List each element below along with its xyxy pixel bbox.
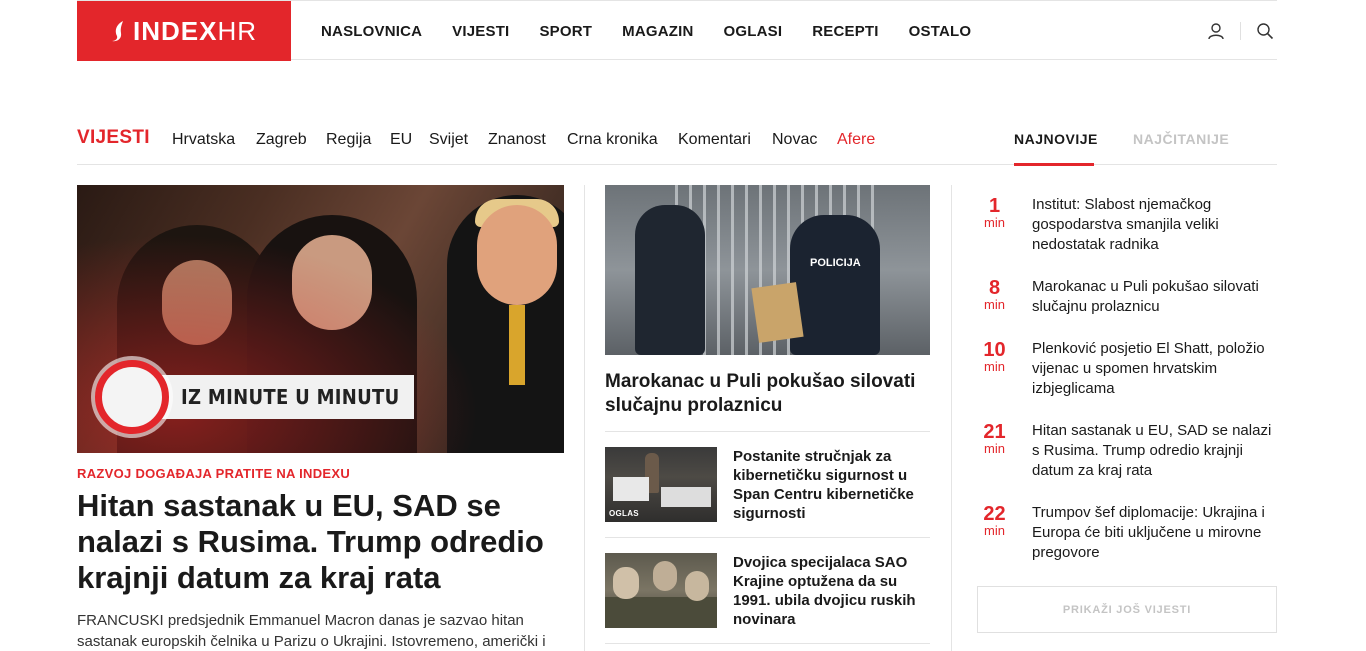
minutes-value: 22 <box>983 503 1006 525</box>
header-icons <box>1204 1 1277 61</box>
nav-sport[interactable]: SPORT <box>539 23 592 40</box>
latest-item[interactable]: 22 min Trumpov šef diplomacije: Ukrajina… <box>977 503 1277 573</box>
divider <box>605 431 930 432</box>
list-item[interactable]: Dvojica specijalaca SAO Krajine optužena… <box>605 553 930 643</box>
image-figure <box>613 477 649 501</box>
minutes-unit: min <box>984 441 1005 456</box>
middle-article-image[interactable]: POLICIJA <box>605 185 930 355</box>
nav-magazin[interactable]: MAGAZIN <box>622 23 693 40</box>
image-figure <box>751 282 804 343</box>
time-ago: 1 min <box>977 195 1012 229</box>
time-ago: 10 min <box>977 339 1012 373</box>
latest-item[interactable]: 10 min Plenković posjetio El Shatt, polo… <box>977 339 1277 409</box>
logo-suffix: HR <box>217 15 258 46</box>
logo-swirl-icon <box>111 21 123 42</box>
tab-najnovije[interactable]: NAJNOVIJE <box>1014 131 1098 147</box>
live-badge-label: IZ MINUTE U MINUTU <box>157 375 414 419</box>
middle-headline[interactable]: Marokanac u Puli pokušao silovati slučaj… <box>605 370 930 418</box>
live-circle-icon <box>95 360 169 434</box>
minutes-unit: min <box>984 297 1005 312</box>
image-figure <box>685 571 709 601</box>
divider <box>605 643 930 644</box>
time-ago: 22 min <box>977 503 1012 537</box>
section-title[interactable]: VIJESTI <box>77 127 150 149</box>
time-ago: 21 min <box>977 421 1012 455</box>
subnav-eu[interactable]: EU <box>390 131 412 149</box>
subnav-afere[interactable]: Afere <box>837 131 875 149</box>
logo-text: INDEX <box>132 15 218 46</box>
column-divider <box>584 185 585 651</box>
nav-ostalo[interactable]: OSTALO <box>909 23 972 40</box>
police-label: POLICIJA <box>810 257 861 269</box>
nav-recepti[interactable]: RECEPTI <box>812 23 878 40</box>
index-logo[interactable]: INDEX HR <box>77 1 291 61</box>
time-ago: 8 min <box>977 277 1012 311</box>
image-figure <box>661 487 711 507</box>
minutes-unit: min <box>984 215 1005 230</box>
image-figure <box>790 215 880 355</box>
subnav-crna-kronika[interactable]: Crna kronika <box>567 131 658 149</box>
lead-headline[interactable]: Hitan sastanak u EU, SAD se nalazi s Rus… <box>77 488 564 596</box>
latest-item[interactable]: 8 min Marokanac u Puli pokušao silovati … <box>977 277 1277 347</box>
divider <box>605 537 930 538</box>
subnav-novac[interactable]: Novac <box>772 131 817 149</box>
article-title[interactable]: Postanite stručnjak za kibernetičku sigu… <box>733 447 930 523</box>
subnav-regija[interactable]: Regija <box>326 131 371 149</box>
article-title[interactable]: Dvojica specijalaca SAO Krajine optužena… <box>733 553 930 629</box>
subnav-hrvatska[interactable]: Hrvatska <box>172 131 235 149</box>
main-nav: NASLOVNICA VIJESTI SPORT MAGAZIN OGLASI … <box>321 1 1001 61</box>
lead-article-image[interactable]: IZ MINUTE U MINUTU <box>77 185 564 453</box>
latest-tabs: NAJNOVIJE NAJČITANIJE <box>977 115 1277 166</box>
latest-title[interactable]: Institut: Slabost njemačkog gospodarstva… <box>1032 195 1277 255</box>
subnav-zagreb[interactable]: Zagreb <box>256 131 307 149</box>
latest-item[interactable]: 21 min Hitan sastanak u EU, SAD se nalaz… <box>977 421 1277 491</box>
image-figure <box>635 205 705 355</box>
minutes-value: 21 <box>983 421 1006 443</box>
latest-title[interactable]: Hitan sastanak u EU, SAD se nalazi s Rus… <box>1032 421 1277 481</box>
nav-naslovnica[interactable]: NASLOVNICA <box>321 23 422 40</box>
column-divider <box>951 185 952 651</box>
article-thumbnail[interactable] <box>605 553 717 628</box>
show-more-button[interactable]: PRIKAŽI JOŠ VIJESTI <box>977 586 1277 633</box>
article-thumbnail[interactable]: OGLAS <box>605 447 717 522</box>
search-icon[interactable] <box>1253 19 1277 43</box>
latest-item[interactable]: 1 min Institut: Slabost njemačkog gospod… <box>977 195 1277 265</box>
icon-divider <box>1240 22 1241 40</box>
list-item[interactable]: OGLAS Postanite stručnjak za kibernetičk… <box>605 447 930 537</box>
minutes-value: 10 <box>983 339 1006 361</box>
minutes-unit: min <box>984 359 1005 374</box>
live-badge: IZ MINUTE U MINUTU <box>95 357 414 437</box>
latest-title[interactable]: Plenković posjetio El Shatt, položio vij… <box>1032 339 1277 399</box>
minutes-unit: min <box>984 523 1005 538</box>
top-header: INDEX HR NASLOVNICA VIJESTI SPORT MAGAZIN… <box>77 0 1277 61</box>
user-icon[interactable] <box>1204 19 1228 43</box>
lead-kicker: RAZVOJ DOGAĐAJA PRATITE NA INDEXU <box>77 466 351 481</box>
active-tab-indicator <box>1014 163 1094 166</box>
nav-oglasi[interactable]: OGLASI <box>724 23 783 40</box>
image-figure <box>613 567 639 599</box>
minutes-value: 8 <box>988 277 1001 299</box>
subnav-svijet[interactable]: Svijet <box>429 131 468 149</box>
lead-excerpt: FRANCUSKI predsjednik Emmanuel Macron da… <box>77 612 546 650</box>
subnav-komentari[interactable]: Komentari <box>678 131 751 149</box>
minutes-value: 1 <box>988 195 1001 217</box>
ad-tag: OGLAS <box>609 509 639 518</box>
image-figure <box>605 597 717 628</box>
nav-vijesti[interactable]: VIJESTI <box>452 23 509 40</box>
latest-title[interactable]: Trumpov šef diplomacije: Ukrajina i Euro… <box>1032 503 1277 563</box>
subnav-znanost[interactable]: Znanost <box>488 131 546 149</box>
image-figure <box>653 561 677 591</box>
section-nav: VIJESTI Hrvatska Zagreb Regija EU Svijet… <box>77 115 1277 166</box>
tab-najcitanije[interactable]: NAJČITANIJE <box>1133 131 1229 147</box>
latest-title[interactable]: Marokanac u Puli pokušao silovati slučaj… <box>1032 277 1277 317</box>
